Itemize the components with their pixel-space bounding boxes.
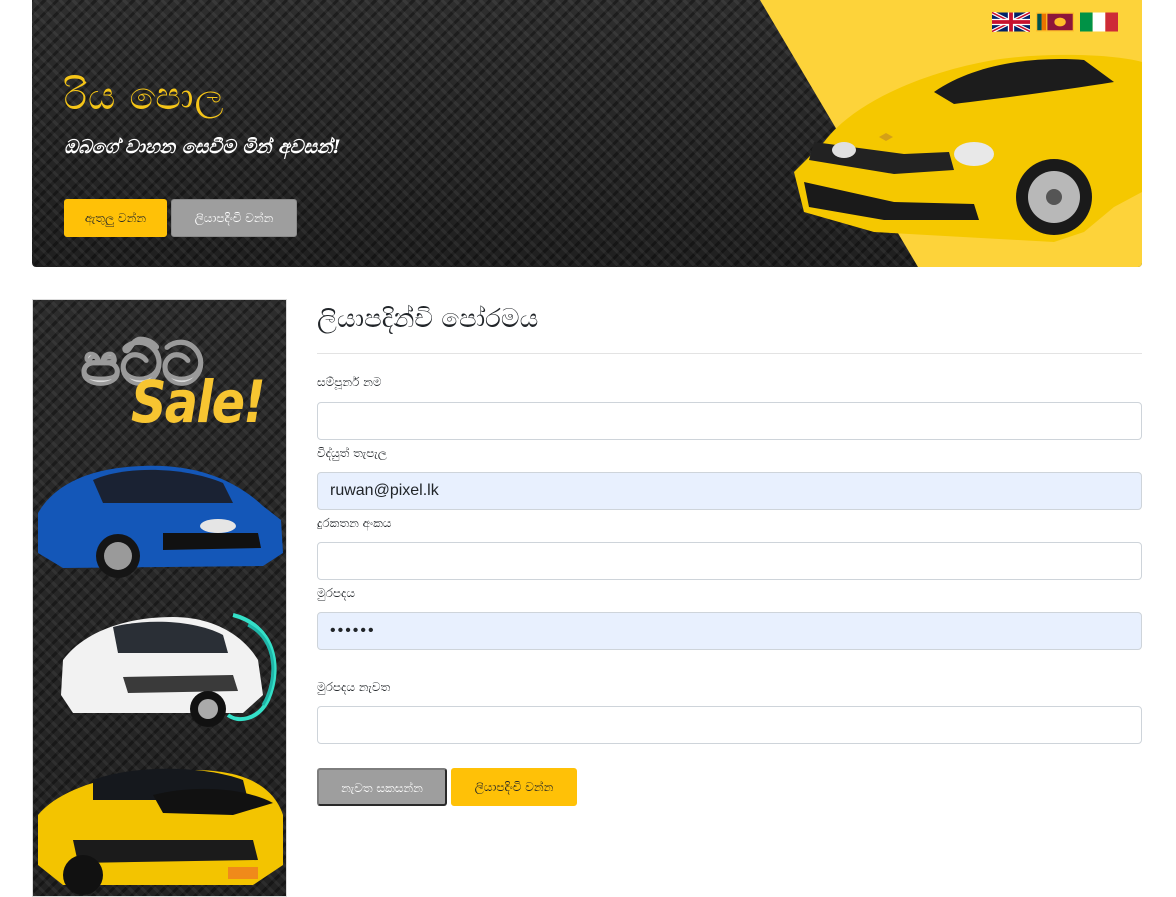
language-switcher: [992, 12, 1118, 32]
italy-flag-icon[interactable]: [1080, 12, 1118, 32]
sale-advertisement[interactable]: පට්ට Sale!: [32, 299, 287, 897]
reset-button[interactable]: නැවත සකසන්න: [317, 768, 447, 806]
fullname-input[interactable]: [317, 402, 1142, 440]
phone-label: දුරකතන අංකය: [317, 516, 392, 530]
header-banner: රිය පොල ඔබගේ වාහන සෙවීම මින් අවසන්! ඇතුල…: [32, 0, 1142, 267]
password-input[interactable]: [317, 612, 1142, 650]
login-button[interactable]: ඇතුලු වන්න: [64, 199, 167, 237]
confirm-password-input[interactable]: [317, 706, 1142, 744]
registration-form-title: ලියාපදින්චි පෝරමය: [317, 304, 539, 334]
sri-lanka-flag-icon[interactable]: [1036, 12, 1074, 32]
title-divider: [317, 353, 1142, 354]
register-button[interactable]: ලියාපදිංචි වන්න: [171, 199, 297, 237]
fullname-label: සම්පූර්න නම: [317, 375, 382, 389]
site-title: රිය පොල: [64, 74, 225, 118]
confirm-password-label: මුරපදය නැවත: [317, 680, 391, 694]
site-tagline: ඔබගේ වාහන සෙවීම මින් අවසන්!: [64, 136, 341, 158]
ad-sale-text: Sale!: [131, 368, 266, 436]
yellow-camaro-image: [38, 768, 283, 895]
yellow-sports-car-image: [794, 54, 1142, 243]
submit-register-button[interactable]: ලියාපදිංචි වන්න: [451, 768, 577, 806]
phone-input[interactable]: [317, 542, 1142, 580]
password-label: මුරපදය: [317, 586, 355, 600]
email-label: විද්යුත් තැපැල: [317, 446, 387, 460]
email-input[interactable]: [317, 472, 1142, 510]
uk-flag-icon[interactable]: [992, 12, 1030, 32]
blue-car-image: [38, 465, 283, 578]
white-electric-car-image: [61, 613, 277, 727]
